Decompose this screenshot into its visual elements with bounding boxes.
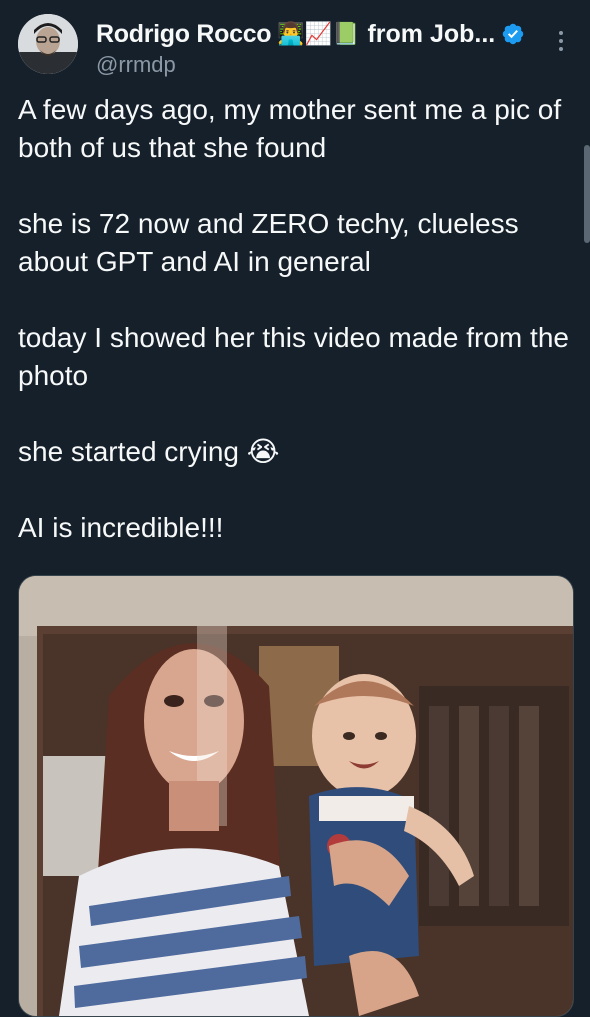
more-options-button[interactable]: [546, 26, 576, 56]
scrollbar[interactable]: [584, 145, 590, 243]
tweet-paragraph: AI is incredible!!!: [18, 512, 224, 543]
verified-badge-icon: [503, 23, 524, 45]
tweet-paragraph: she started crying 😭: [18, 436, 280, 467]
tweet-media-photo[interactable]: [18, 575, 574, 1017]
author-name-emojis: 👨‍💻📈📗: [277, 21, 360, 47]
photo-illustration: [19, 576, 573, 1016]
tweet-paragraph: A few days ago, my mother sent me a pic …: [18, 94, 562, 163]
more-vertical-icon: [559, 31, 563, 51]
author-name-row[interactable]: Rodrigo Rocco 👨‍💻📈📗 from Job...: [96, 18, 525, 50]
avatar[interactable]: [18, 14, 78, 74]
tweet-text: A few days ago, my mother sent me a pic …: [18, 91, 578, 547]
tweet-paragraph: today I showed her this video made from …: [18, 322, 569, 391]
tweet-paragraph: she is 72 now and ZERO techy, clueless a…: [18, 208, 519, 277]
author-handle[interactable]: @rrmdp: [96, 52, 176, 78]
author-display-name[interactable]: Rodrigo Rocco: [96, 20, 272, 49]
tweet-header: Rodrigo Rocco 👨‍💻📈📗 from Job... @rrmdp: [18, 14, 578, 78]
author-name-suffix[interactable]: from Job...: [367, 20, 495, 49]
